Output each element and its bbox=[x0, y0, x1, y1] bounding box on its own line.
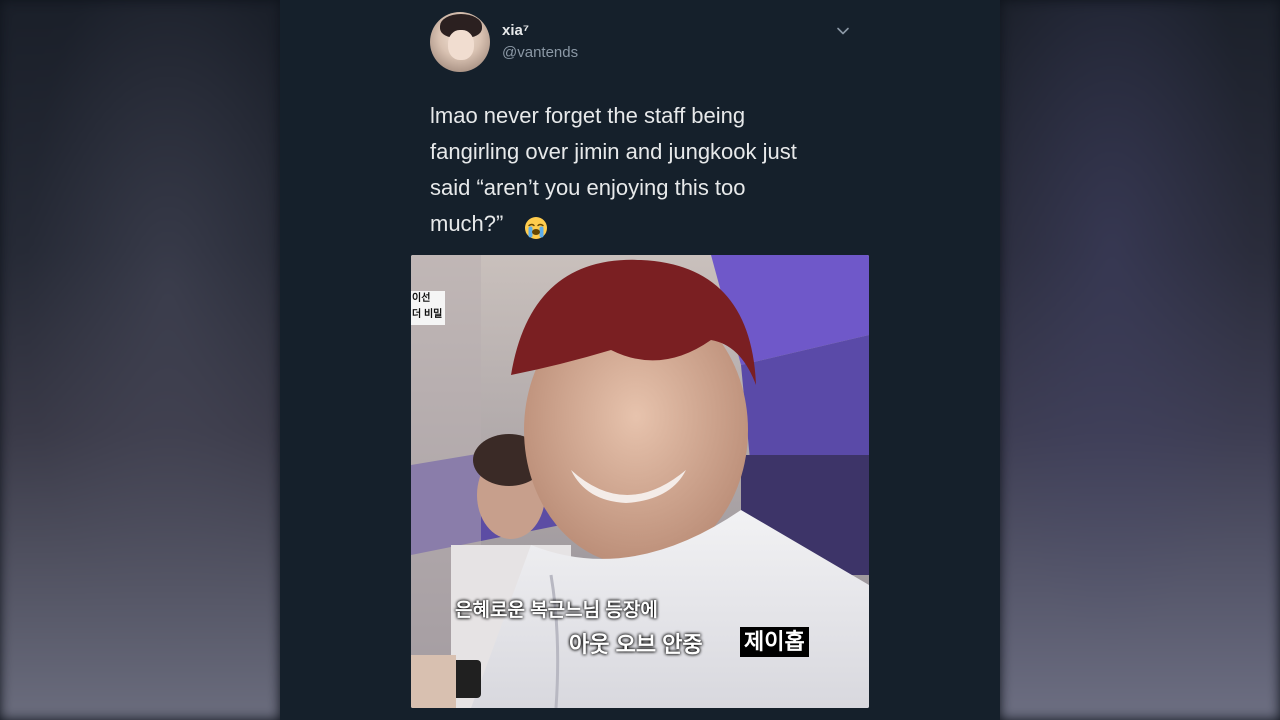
tweet-text-line: fangirling over jimin and jungkook just bbox=[430, 139, 797, 164]
tweet-video[interactable]: 이선 더 비밀 은혜로운 복근느님 등장에 아웃 오브 안중 제이홉 bbox=[411, 255, 869, 708]
broadcast-corner-tag: 이선 더 비밀 bbox=[411, 291, 445, 325]
subtitle-line-1: 은혜로운 복근느님 등장에 bbox=[455, 600, 658, 621]
subtitle-name-label: 제이홉 bbox=[740, 627, 809, 657]
tweet-text-line: much?” bbox=[430, 211, 504, 236]
subtitle-line-2: 아웃 오브 안중 bbox=[569, 632, 703, 657]
tweet-text-line: said “aren’t you enjoying this too bbox=[430, 175, 746, 200]
blurred-left-background bbox=[0, 0, 280, 720]
avatar-face bbox=[448, 30, 474, 60]
tweet-screenshot: xia⁷ @vantends lmao never forget the sta… bbox=[280, 0, 1000, 720]
tweet-card: xia⁷ @vantends lmao never forget the sta… bbox=[280, 0, 1000, 720]
chevron-down-icon[interactable] bbox=[836, 24, 850, 38]
corner-tag-line: 이선 bbox=[412, 293, 431, 304]
tweet-text: lmao never forget the staff being fangir… bbox=[430, 98, 860, 242]
tweet-text-line: lmao never forget the staff being bbox=[430, 103, 746, 128]
loudly-crying-face-icon bbox=[525, 217, 547, 239]
display-name[interactable]: xia⁷ bbox=[502, 22, 529, 39]
corner-tag-line: 더 비밀 bbox=[412, 309, 443, 320]
avatar[interactable] bbox=[430, 12, 490, 72]
blurred-right-background bbox=[1000, 0, 1280, 720]
user-handle[interactable]: @vantends bbox=[502, 44, 578, 61]
video-frame: xia⁷ @vantends lmao never forget the sta… bbox=[0, 0, 1280, 720]
